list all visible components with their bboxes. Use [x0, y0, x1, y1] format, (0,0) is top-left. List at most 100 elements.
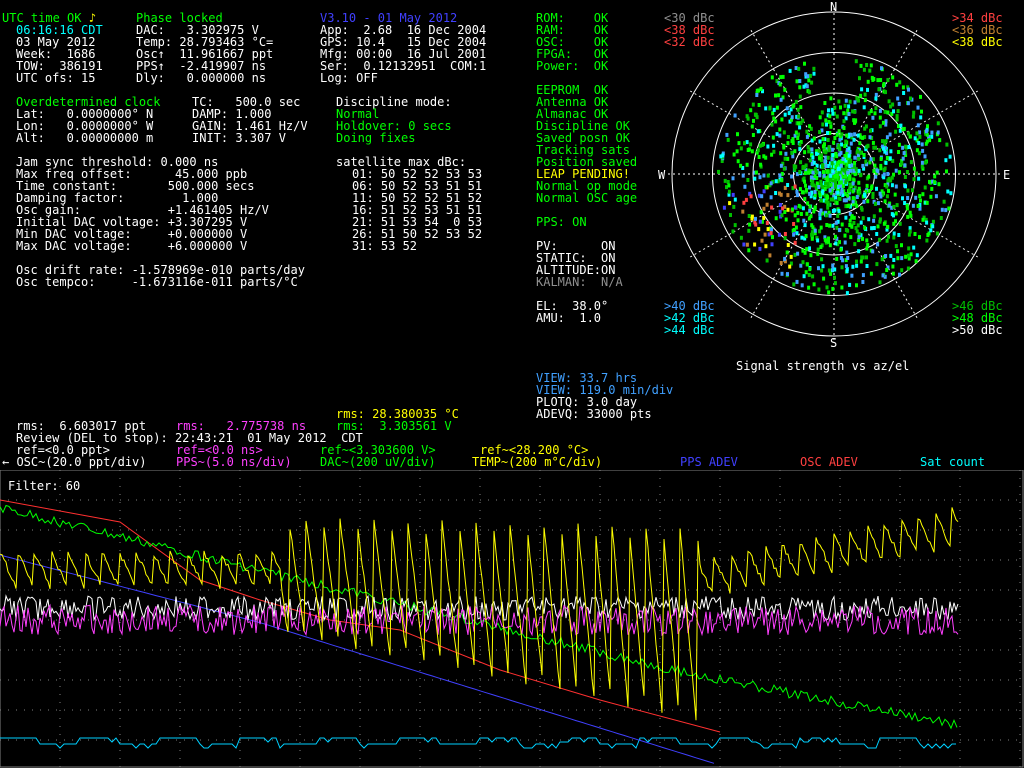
signal-cell: [857, 235, 861, 240]
signal-cell: [916, 204, 920, 208]
signal-cell: [920, 109, 923, 114]
sat-row: 31: 53 52: [352, 239, 418, 253]
signal-cell: [857, 180, 861, 185]
signal-cell: [797, 121, 801, 126]
signal-cell: [872, 218, 876, 223]
signal-cell: [863, 98, 867, 103]
signal-cell: [802, 218, 806, 223]
signal-cell: [788, 264, 792, 269]
signal-cell: [743, 184, 747, 189]
legend-temp[interactable]: TEMP~(200 m°C/div): [472, 456, 602, 468]
legend-pps[interactable]: PPS~(5.0 ns/div): [176, 456, 292, 468]
signal-cell: [925, 238, 929, 243]
signal-cell: [868, 68, 872, 73]
signal-cell: [796, 107, 800, 112]
signal-cell: [831, 169, 835, 174]
legend-dac[interactable]: DAC~(200 uV/div): [320, 456, 436, 468]
signal-cell: [869, 157, 873, 162]
signal-cell: [812, 66, 816, 71]
signal-cell: [871, 249, 875, 254]
signal-cell: [757, 88, 760, 93]
signal-cell: [864, 159, 868, 164]
signal-cell: [759, 162, 763, 167]
legend-osc[interactable]: ← OSC~(20.0 ppt/div): [2, 456, 147, 468]
signal-cell: [884, 160, 888, 165]
signal-cell: [818, 156, 822, 161]
signal-cell: [916, 123, 920, 128]
signal-cell: [928, 179, 931, 184]
signal-cell: [917, 151, 921, 156]
signal-cell: [817, 148, 821, 153]
signal-cell: [780, 271, 784, 276]
signal-cell: [806, 201, 810, 206]
utc-offset: UTC ofs: 15: [16, 71, 96, 85]
signal-cell: [833, 208, 837, 213]
signal-cell: [783, 112, 787, 117]
signal-cell: [778, 133, 782, 138]
signal-cell: [901, 196, 904, 201]
signal-cell: [825, 178, 829, 183]
signal-cell: [847, 104, 851, 109]
signal-cell: [757, 103, 761, 107]
signal-cell: [930, 186, 934, 191]
signal-cell: [862, 67, 866, 72]
signal-cell: [901, 156, 905, 161]
signal-cell: [865, 144, 869, 149]
signal-cell: [892, 109, 895, 114]
legend-osc-adev[interactable]: OSC ADEV: [800, 456, 858, 468]
signal-cell: [796, 210, 800, 215]
signal-cell: [821, 264, 825, 269]
signal-cell: [853, 155, 857, 160]
history-graph[interactable]: [0, 470, 1024, 768]
signal-cell: [826, 155, 830, 160]
signal-cell: [872, 226, 876, 230]
signal-cell: [750, 149, 754, 154]
signal-cell: [858, 141, 862, 146]
signal-cell: [905, 203, 909, 208]
signal-cell: [765, 202, 769, 207]
signal-cell: [940, 207, 944, 212]
legend-sat-count[interactable]: Sat count: [920, 456, 985, 468]
signal-cell: [906, 101, 910, 106]
signal-cell: [828, 114, 832, 119]
signal-cell: [893, 192, 897, 197]
signal-cell: [751, 133, 755, 137]
signal-cell: [774, 191, 778, 195]
signal-cell: [924, 141, 928, 146]
signal-cell: [758, 246, 762, 251]
signal-cell: [818, 173, 822, 178]
signal-cell: [906, 266, 910, 271]
signal-cell: [923, 154, 927, 159]
signal-cell: [843, 233, 847, 238]
signal-cell: [878, 237, 882, 242]
signal-cell: [805, 84, 809, 89]
signal-cell: [850, 214, 854, 219]
signal-cell: [808, 208, 812, 213]
signal-cell: [723, 178, 727, 183]
signal-cell: [854, 167, 858, 172]
signal-cell: [909, 160, 913, 165]
signal-cell: [774, 216, 778, 221]
discipline-fixes: Doing fixes: [336, 131, 416, 145]
signal-cell: [880, 66, 883, 71]
signal-cell: [818, 130, 822, 134]
signal-cell: [750, 214, 754, 219]
signal-cell: [878, 108, 882, 113]
signal-cell: [917, 141, 921, 145]
pps-trace: [0, 603, 959, 637]
signal-cell: [897, 150, 900, 154]
signal-cell: [726, 137, 730, 142]
signal-cell: [904, 254, 908, 259]
signal-cell: [792, 282, 796, 287]
signal-cell: [759, 210, 763, 215]
signal-cell: [887, 99, 891, 104]
signal-cell: [763, 232, 767, 237]
signal-cell: [819, 225, 823, 230]
signal-cell: [818, 139, 822, 144]
signal-cell: [909, 96, 912, 101]
signal-cell: [912, 166, 916, 171]
legend-pps-adev[interactable]: PPS ADEV: [680, 456, 738, 468]
signal-cell: [830, 161, 834, 166]
signal-cell: [930, 130, 934, 135]
signal-cell: [747, 214, 751, 218]
